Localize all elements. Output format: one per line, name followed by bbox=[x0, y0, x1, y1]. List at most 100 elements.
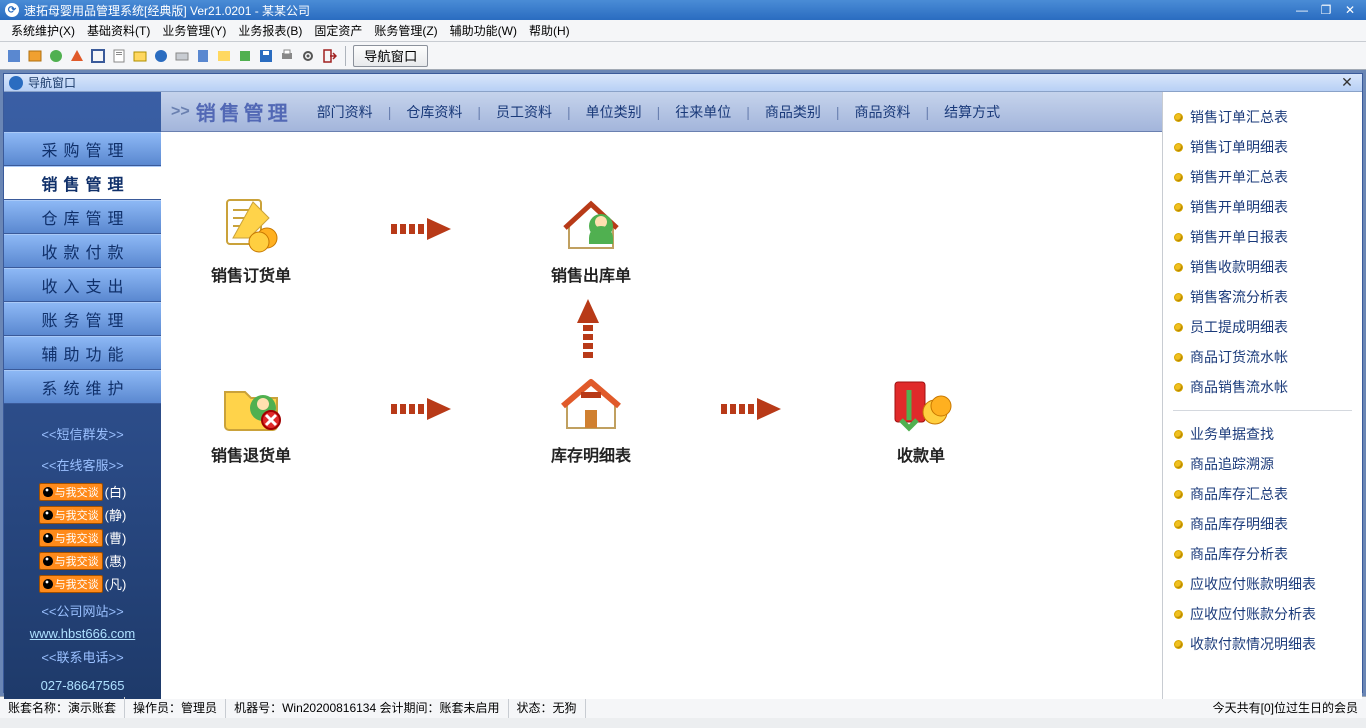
r-sales-open-detail[interactable]: 销售开单明细表 bbox=[1171, 192, 1354, 222]
nav-window-close-button[interactable]: ✕ bbox=[1337, 74, 1357, 91]
qq-contact-4[interactable]: 与我交谈(凡) bbox=[4, 572, 161, 595]
phone-number: 027-86647565 bbox=[4, 672, 161, 699]
r-staff-commission[interactable]: 员工提成明细表 bbox=[1171, 312, 1354, 342]
bread-settle[interactable]: 结算方式 bbox=[939, 102, 1005, 122]
tb-icon-10[interactable] bbox=[194, 47, 212, 65]
tb-icon-4[interactable] bbox=[68, 47, 86, 65]
app-icon: ⟳ bbox=[5, 3, 19, 17]
r-stock-analysis[interactable]: 商品库存分析表 bbox=[1171, 539, 1354, 569]
nav-aux[interactable]: 辅助功能 bbox=[4, 336, 161, 370]
r-arap-detail[interactable]: 应收应付账款明细表 bbox=[1171, 569, 1354, 599]
flow-sales-order-label: 销售订货单 bbox=[191, 262, 311, 286]
tb-icon-11[interactable] bbox=[215, 47, 233, 65]
restore-button[interactable]: ❐ bbox=[1315, 2, 1337, 18]
tb-icon-7[interactable] bbox=[131, 47, 149, 65]
sms-link[interactable]: <<短信群发>> bbox=[4, 418, 161, 449]
r-goods-order-journal[interactable]: 商品订货流水帐 bbox=[1171, 342, 1354, 372]
document-edit-icon bbox=[219, 192, 283, 256]
menu-aux[interactable]: 辅助功能(W) bbox=[444, 22, 523, 39]
bread-partners[interactable]: 往来单位 bbox=[670, 102, 736, 122]
tb-print-icon[interactable] bbox=[278, 47, 296, 65]
r-sales-order-summary[interactable]: 销售订单汇总表 bbox=[1171, 102, 1354, 132]
r-goods-trace[interactable]: 商品追踪溯源 bbox=[1171, 449, 1354, 479]
qq-contact-3[interactable]: 与我交谈(惠) bbox=[4, 549, 161, 572]
tb-save-icon[interactable] bbox=[257, 47, 275, 65]
status-bar: 账套名称：演示账套 操作员：管理员 机器号：Win20200816134 会计期… bbox=[0, 696, 1366, 718]
right-reports-panel: 销售订单汇总表 销售订单明细表 销售开单汇总表 销售开单明细表 销售开单日报表 … bbox=[1162, 92, 1362, 699]
flow-sales-out[interactable]: 销售出库单 bbox=[531, 192, 651, 286]
r-sales-traffic[interactable]: 销售客流分析表 bbox=[1171, 282, 1354, 312]
receipt-money-icon bbox=[889, 372, 953, 436]
online-service-label: <<在线客服>> bbox=[4, 449, 161, 480]
center-panel: >>销售管理 部门资料| 仓库资料| 员工资料| 单位类别| 往来单位| 商品类… bbox=[161, 92, 1162, 699]
bread-goods-type[interactable]: 商品类别 bbox=[760, 102, 826, 122]
bread-unit-type[interactable]: 单位类别 bbox=[581, 102, 647, 122]
qq-contact-1[interactable]: 与我交谈(静) bbox=[4, 503, 161, 526]
breadcrumb-bar: >>销售管理 部门资料| 仓库资料| 员工资料| 单位类别| 往来单位| 商品类… bbox=[161, 92, 1162, 132]
flow-sales-order[interactable]: 销售订货单 bbox=[191, 192, 311, 286]
status-birthday: 今天共有[0]位过生日的会员 bbox=[1205, 697, 1366, 718]
flow-sales-return[interactable]: 销售退货单 bbox=[191, 372, 311, 466]
r-goods-sales-journal[interactable]: 商品销售流水帐 bbox=[1171, 372, 1354, 402]
tb-icon-6[interactable] bbox=[110, 47, 128, 65]
tb-icon-9[interactable] bbox=[173, 47, 191, 65]
nav-window-icon bbox=[9, 76, 23, 90]
bread-staff[interactable]: 员工资料 bbox=[491, 102, 557, 122]
nav-window: 导航窗口 ✕ 采购管理 销售管理 仓库管理 收款付款 收入支出 账务管理 辅助功… bbox=[3, 73, 1363, 693]
bread-dept[interactable]: 部门资料 bbox=[312, 102, 378, 122]
nav-income-expense[interactable]: 收入支出 bbox=[4, 268, 161, 302]
qq-contact-2[interactable]: 与我交谈(曹) bbox=[4, 526, 161, 549]
open-nav-window-button[interactable]: 导航窗口 bbox=[353, 45, 428, 67]
r-sales-open-daily[interactable]: 销售开单日报表 bbox=[1171, 222, 1354, 252]
r-sales-order-detail[interactable]: 销售订单明细表 bbox=[1171, 132, 1354, 162]
arrow-up-icon bbox=[576, 297, 600, 361]
menu-business[interactable]: 业务管理(Y) bbox=[156, 22, 232, 39]
menu-bar: 系统维护(X) 基础资料(T) 业务管理(Y) 业务报表(B) 固定资产 账务管… bbox=[0, 20, 1366, 42]
arrow-right-icon bbox=[391, 217, 455, 241]
r-stock-detail[interactable]: 商品库存明细表 bbox=[1171, 509, 1354, 539]
tb-icon-5[interactable] bbox=[89, 47, 107, 65]
tb-settings-icon[interactable] bbox=[299, 47, 317, 65]
flow-stock-detail[interactable]: 库存明细表 bbox=[531, 372, 651, 466]
flow-stock-detail-label: 库存明细表 bbox=[531, 442, 651, 466]
menu-basic[interactable]: 基础资料(T) bbox=[81, 22, 156, 39]
bread-goods[interactable]: 商品资料 bbox=[850, 102, 916, 122]
nav-purchase[interactable]: 采购管理 bbox=[4, 132, 161, 166]
tb-icon-1[interactable] bbox=[5, 47, 23, 65]
tb-icon-12[interactable] bbox=[236, 47, 254, 65]
r-paydue-detail[interactable]: 收款付款情况明细表 bbox=[1171, 629, 1354, 659]
flow-receipt-label: 收款单 bbox=[861, 442, 981, 466]
minimize-button[interactable]: — bbox=[1291, 2, 1313, 18]
tb-exit-icon[interactable] bbox=[320, 47, 338, 65]
tb-icon-8[interactable] bbox=[152, 47, 170, 65]
warehouse-icon bbox=[559, 372, 623, 436]
tb-icon-3[interactable] bbox=[47, 47, 65, 65]
status-state: 状态：无狗 bbox=[509, 697, 586, 718]
title-bar: ⟳ 速拓母婴用品管理系统[经典版] Ver21.0201 - 某某公司 — ❐ … bbox=[0, 0, 1366, 20]
r-sales-receipt-detail[interactable]: 销售收款明细表 bbox=[1171, 252, 1354, 282]
nav-receipt-pay[interactable]: 收款付款 bbox=[4, 234, 161, 268]
menu-system[interactable]: 系统维护(X) bbox=[5, 22, 81, 39]
bread-warehouse[interactable]: 仓库资料 bbox=[401, 102, 467, 122]
company-site-label: <<公司网站>> bbox=[4, 595, 161, 626]
close-button[interactable]: ✕ bbox=[1339, 2, 1361, 18]
menu-finance[interactable]: 账务管理(Z) bbox=[368, 22, 443, 39]
mdi-client: 导航窗口 ✕ 采购管理 销售管理 仓库管理 收款付款 收入支出 账务管理 辅助功… bbox=[0, 70, 1366, 696]
phone-label: <<联系电话>> bbox=[4, 641, 161, 672]
qq-contact-0[interactable]: 与我交谈(白) bbox=[4, 480, 161, 503]
r-sales-open-summary[interactable]: 销售开单汇总表 bbox=[1171, 162, 1354, 192]
company-site-link[interactable]: www.hbst666.com bbox=[30, 626, 136, 641]
flow-receipt[interactable]: 收款单 bbox=[861, 372, 981, 466]
menu-assets[interactable]: 固定资产 bbox=[308, 22, 368, 39]
menu-help[interactable]: 帮助(H) bbox=[523, 22, 576, 39]
menu-reports[interactable]: 业务报表(B) bbox=[232, 22, 308, 39]
r-arap-analysis[interactable]: 应收应付账款分析表 bbox=[1171, 599, 1354, 629]
nav-warehouse[interactable]: 仓库管理 bbox=[4, 200, 161, 234]
nav-accounting[interactable]: 账务管理 bbox=[4, 302, 161, 336]
nav-sales[interactable]: 销售管理 bbox=[4, 166, 161, 200]
status-operator: 操作员：管理员 bbox=[125, 697, 226, 718]
nav-sysmaint[interactable]: 系统维护 bbox=[4, 370, 161, 404]
r-stock-summary[interactable]: 商品库存汇总表 bbox=[1171, 479, 1354, 509]
tb-icon-2[interactable] bbox=[26, 47, 44, 65]
r-doc-search[interactable]: 业务单据查找 bbox=[1171, 419, 1354, 449]
